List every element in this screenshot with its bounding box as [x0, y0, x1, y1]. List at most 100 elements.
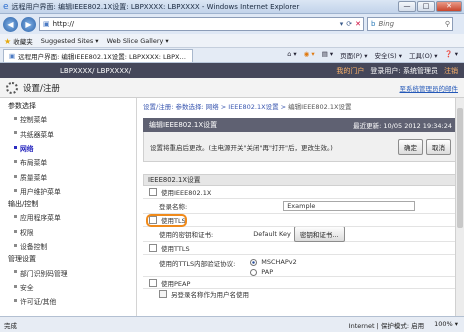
status-bar: 完成 Internet | 保护模式: 启用 100% ▾	[0, 316, 464, 332]
sidebar-section: 管理设置	[8, 255, 36, 264]
sidebar-item-department-id[interactable]: 部门识别码管理	[0, 265, 136, 279]
sidebar: 参数选择 控制菜单 共纸器菜单 网络 布局菜单 质量菜单 用户维护菜单 输出/控…	[0, 98, 137, 316]
safety-menu[interactable]: 安全(S) ▾	[375, 50, 403, 60]
home-icon[interactable]: ⌂ ▾	[287, 50, 296, 60]
favorites-button[interactable]: ★ 收藏夹	[4, 36, 33, 46]
sidebar-item-permissions[interactable]: 权限	[0, 225, 136, 239]
sidebar-item-security[interactable]: 安全	[0, 280, 136, 294]
key-cert-button[interactable]: 密钥和证书...	[293, 226, 345, 242]
zoom-level[interactable]: 100% ▾	[434, 320, 458, 330]
feeds-icon[interactable]: ◉ ▾	[304, 50, 315, 60]
stop-icon[interactable]: ✕	[355, 20, 361, 28]
login-as-user-label: 另登录名称作为用户名使用	[171, 291, 249, 299]
sidebar-item-paper-feeder[interactable]: 共纸器菜单	[0, 126, 136, 140]
ttls-protocol-row: 使用的TTLS内部验证协议: MSCHAPv2 PAP	[143, 255, 458, 277]
ttls-option: PAP	[250, 268, 297, 276]
sidebar-item-license[interactable]: 许可证/其他	[0, 294, 136, 308]
ie-titlebar: e 远程用户界面: 编辑IEEE802.1X设置: LBPXXXX: LBPXX…	[0, 0, 464, 14]
use-8021x-checkbox[interactable]	[149, 188, 157, 196]
search-input[interactable]: b Bing ⚲	[367, 17, 453, 31]
use-ttls-checkbox[interactable]	[149, 244, 157, 252]
page-title-bar: 设置/注册 至系统管理员的邮件	[0, 78, 464, 98]
sidebar-item-network[interactable]: 网络	[0, 141, 136, 155]
ttls-protocol-radios: MSCHAPv2 PAP	[250, 258, 297, 276]
help-menu[interactable]: ❓ ▾	[445, 50, 458, 60]
forward-button[interactable]: ▶	[21, 16, 36, 32]
use-8021x-label: 使用IEEE802.1X	[161, 189, 212, 197]
use-8021x-row: 使用IEEE802.1X	[143, 186, 458, 199]
sidebar-item-user-maintenance[interactable]: 用户维护菜单	[0, 184, 136, 198]
login-user: 登录用户: 系统管理员	[370, 66, 438, 75]
minimize-button[interactable]: —	[398, 1, 416, 12]
ttls-protocol-label: 使用的TTLS内部验证协议:	[159, 260, 236, 268]
command-bar: ⌂ ▾ ◉ ▾ ▤ ▾ 页面(P) ▾ 安全(S) ▾ 工具(O) ▾ ❓ ▾	[287, 50, 464, 60]
tab-label: 远程用户界面: 编辑IEEE802.1X设置: LBPXXXX: LBPXXXX	[18, 52, 187, 61]
tab-active[interactable]: ▣ 远程用户界面: 编辑IEEE802.1X设置: LBPXXXX: LBPXX…	[3, 48, 193, 62]
key-cert-value: Default Key	[253, 230, 291, 238]
last-update: 最近更新: 10/05 2012 19:34:24	[353, 122, 452, 130]
status-zone: Internet | 保护模式: 启用 100% ▾	[349, 320, 464, 330]
ok-button[interactable]: 确定	[398, 138, 423, 155]
mschapv2-label: MSCHAPv2	[261, 258, 297, 266]
mschapv2-radio[interactable]	[250, 258, 258, 266]
key-cert-row: 使用的密钥和证书: Default Key 密钥和证书...	[143, 226, 458, 242]
maximize-button[interactable]: □	[417, 1, 435, 12]
back-button[interactable]: ◀	[3, 16, 18, 32]
header-links: 我的门户 登录用户: 系统管理员 注销	[336, 66, 464, 76]
app-header: LBPXXXX/ LBPXXXX/ 我的门户 登录用户: 系统管理员 注销	[0, 63, 464, 78]
pap-radio[interactable]	[250, 268, 258, 276]
breadcrumb-links[interactable]: 设置/注册: 参数选择: 网络 > IEEE802.1X设置 >	[143, 103, 286, 111]
sidebar-section: 输出/控制	[8, 200, 39, 209]
page-menu[interactable]: 页面(P) ▾	[340, 50, 367, 60]
vertical-scrollbar[interactable]	[455, 98, 464, 316]
url-field[interactable]: ▣ http:// ▾ ⟳ ✕	[39, 17, 364, 31]
page-icon: ▣	[43, 20, 50, 28]
security-zone[interactable]: Internet | 保护模式: 启用	[349, 320, 424, 330]
gear-icon	[6, 81, 18, 94]
device-model: LBPXXXX/ LBPXXXX/	[60, 66, 132, 75]
tools-menu[interactable]: 工具(O) ▾	[409, 50, 438, 60]
address-bar: ◀ ▶ ▣ http:// ▾ ⟳ ✕ b Bing ⚲	[0, 14, 464, 34]
ie-icon: e	[3, 1, 9, 12]
login-name-row: 登录名称: Example	[143, 199, 458, 214]
sidebar-item-layout[interactable]: 布局菜单	[0, 155, 136, 169]
web-slice-gallery-link[interactable]: Web Slice Gallery ▾	[107, 37, 169, 45]
cancel-button[interactable]: 取消	[426, 138, 451, 155]
search-icon[interactable]: ⚲	[445, 20, 452, 28]
page-title: 设置/注册	[23, 83, 60, 94]
highlight-ring	[146, 214, 187, 227]
key-cert-label: 使用的密钥和证书:	[159, 231, 214, 239]
section-header: IEEE802.1X设置	[143, 174, 458, 186]
favorites-bar: ★ 收藏夹 Suggested Sites ▾ Web Slice Galler…	[0, 34, 464, 48]
ttls-option: MSCHAPv2	[250, 258, 297, 266]
dropdown-icon[interactable]: ▾	[340, 20, 344, 28]
use-peap-row: 使用PEAP	[143, 277, 458, 289]
bing-icon: b	[371, 20, 376, 28]
sidebar-item-quality[interactable]: 质量菜单	[0, 170, 136, 184]
suggested-sites-link[interactable]: Suggested Sites ▾	[41, 37, 99, 45]
sidebar-item-applications[interactable]: 应用程序菜单	[0, 210, 136, 224]
logout-link[interactable]: 注销	[444, 66, 458, 76]
refresh-icon[interactable]: ⟳	[346, 20, 352, 28]
use-ttls-row: 使用TTLS	[143, 242, 458, 255]
login-name-field[interactable]: Example	[283, 201, 416, 211]
search-placeholder: Bing	[378, 20, 395, 28]
login-as-user-checkbox[interactable]	[159, 290, 167, 298]
print-icon[interactable]: ▤ ▾	[322, 50, 333, 60]
mail-admin-link[interactable]: 至系统管理员的邮件	[400, 83, 459, 93]
window-title: 远程用户界面: 编辑IEEE802.1X设置: LBPXXXX: LBPXXXX…	[11, 2, 300, 11]
page-icon: ▣	[9, 51, 16, 60]
my-portal-link[interactable]: 我的门户	[336, 66, 364, 76]
star-icon: ★	[4, 36, 12, 46]
use-ttls-label: 使用TTLS	[161, 245, 190, 253]
sidebar-item-device-control[interactable]: 设备控制	[0, 239, 136, 253]
login-name-label: 登录名称:	[159, 203, 188, 211]
pap-label: PAP	[261, 268, 274, 276]
status-text: 完成	[4, 321, 17, 330]
panel-header: 编辑IEEE802.1X设置 最近更新: 10/05 2012 19:34:24	[143, 118, 458, 132]
address-tools: ▾ ⟳ ✕	[340, 20, 363, 28]
close-button[interactable]: ✕	[436, 1, 462, 12]
scrollbar-thumb[interactable]	[457, 108, 463, 228]
use-peap-checkbox[interactable]	[149, 278, 157, 287]
sidebar-item-control-menu[interactable]: 控制菜单	[0, 112, 136, 126]
